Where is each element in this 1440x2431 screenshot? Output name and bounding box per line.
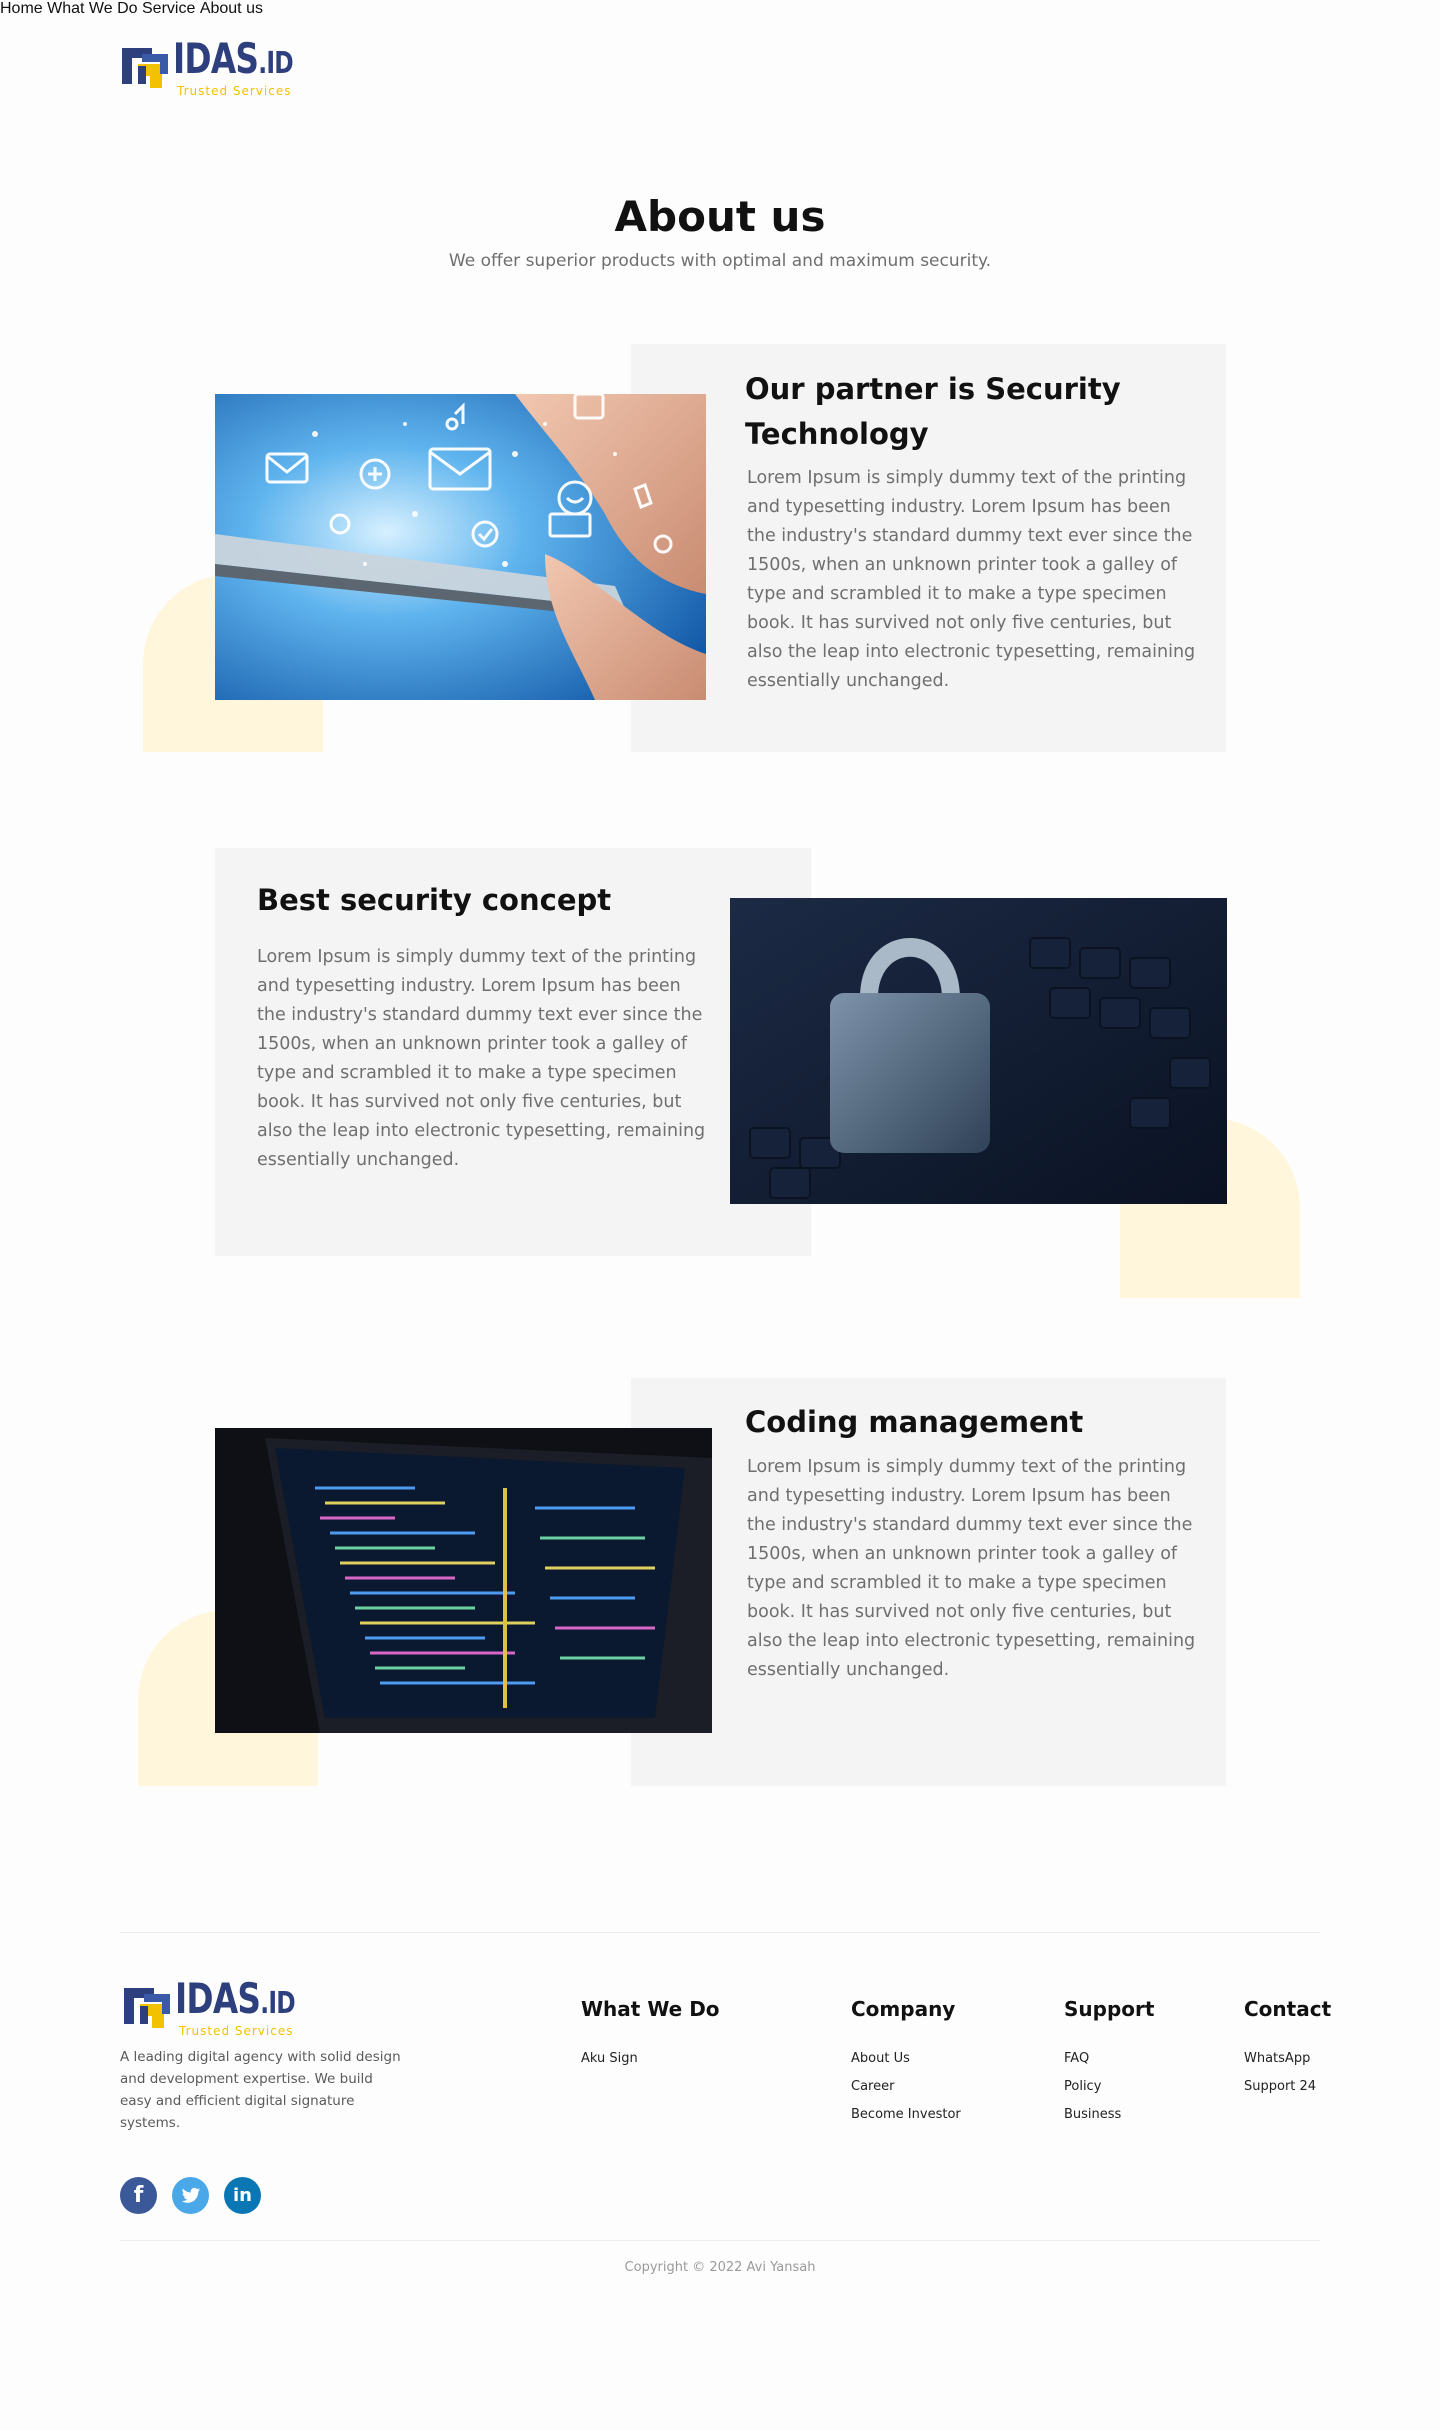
nav-service[interactable]: Service (142, 0, 195, 17)
footer-column-title: Support (1064, 1997, 1155, 2021)
twitter-icon[interactable] (172, 2177, 209, 2214)
logo-wordmark: IDAS.ID (173, 34, 294, 83)
footer-divider (120, 1932, 1320, 1933)
footer-description: A leading digital agency with solid desi… (120, 2049, 401, 2131)
feature-title: Coding management (745, 1405, 1084, 1439)
footer-link[interactable]: Become Investor (851, 2107, 961, 2122)
site-header: IDAS.ID Trusted Services Home What We Do… (0, 0, 1440, 140)
footer-column-title: What We Do (581, 1997, 720, 2021)
feature-text: Lorem Ipsum is simply dummy text of the … (747, 1457, 1196, 1680)
tablet-icons-photo (215, 394, 706, 700)
copyright: Copyright © 2022 Avi Yansah (624, 2260, 816, 2275)
footer-link[interactable]: FAQ (1064, 2051, 1089, 2066)
feature-text: Lorem Ipsum is simply dummy text of the … (257, 947, 706, 1170)
nav-what-we-do[interactable]: What We Do (47, 0, 137, 17)
footer-link[interactable]: WhatsApp (1244, 2051, 1310, 2066)
page-title: About us (614, 192, 826, 241)
linkedin-icon[interactable]: in (224, 2177, 261, 2214)
feature-text: Lorem Ipsum is simply dummy text of the … (747, 468, 1196, 691)
feature-title: Our partner is Security Technology (745, 372, 1121, 451)
laptop-code-photo (215, 1428, 712, 1733)
main-nav: Home What We Do Service About us (0, 0, 1440, 18)
logo-mark-icon (118, 1980, 173, 2035)
footer-link[interactable]: Aku Sign (581, 2051, 638, 2066)
footer-logo[interactable]: IDAS.ID Trusted Services (118, 1978, 329, 2037)
page-subtitle: We offer superior products with optimal … (448, 251, 992, 271)
footer-column-title: Company (851, 1997, 956, 2021)
footer-link[interactable]: Business (1064, 2107, 1121, 2122)
nav-home[interactable]: Home (0, 0, 43, 17)
header-logo[interactable]: IDAS.ID Trusted Services (116, 38, 327, 97)
facebook-icon[interactable]: f (120, 2177, 157, 2214)
nav-about-us[interactable]: About us (200, 0, 263, 17)
footer-link[interactable]: Career (851, 2079, 894, 2094)
logo-wordmark: IDAS.ID (175, 1974, 296, 2023)
feature-title: Best security concept (257, 883, 612, 917)
padlock-keyboard-photo (730, 898, 1227, 1204)
footer-bottom-divider (120, 2240, 1320, 2241)
logo-tagline: Trusted Services (179, 2024, 294, 2038)
logo-mark-icon (116, 40, 171, 95)
footer-link[interactable]: Policy (1064, 2079, 1101, 2094)
footer-link[interactable]: About Us (851, 2051, 910, 2066)
footer-column-title: Contact (1244, 1997, 1332, 2021)
footer-link[interactable]: Support 24 (1244, 2079, 1316, 2094)
logo-tagline: Trusted Services (177, 84, 292, 98)
